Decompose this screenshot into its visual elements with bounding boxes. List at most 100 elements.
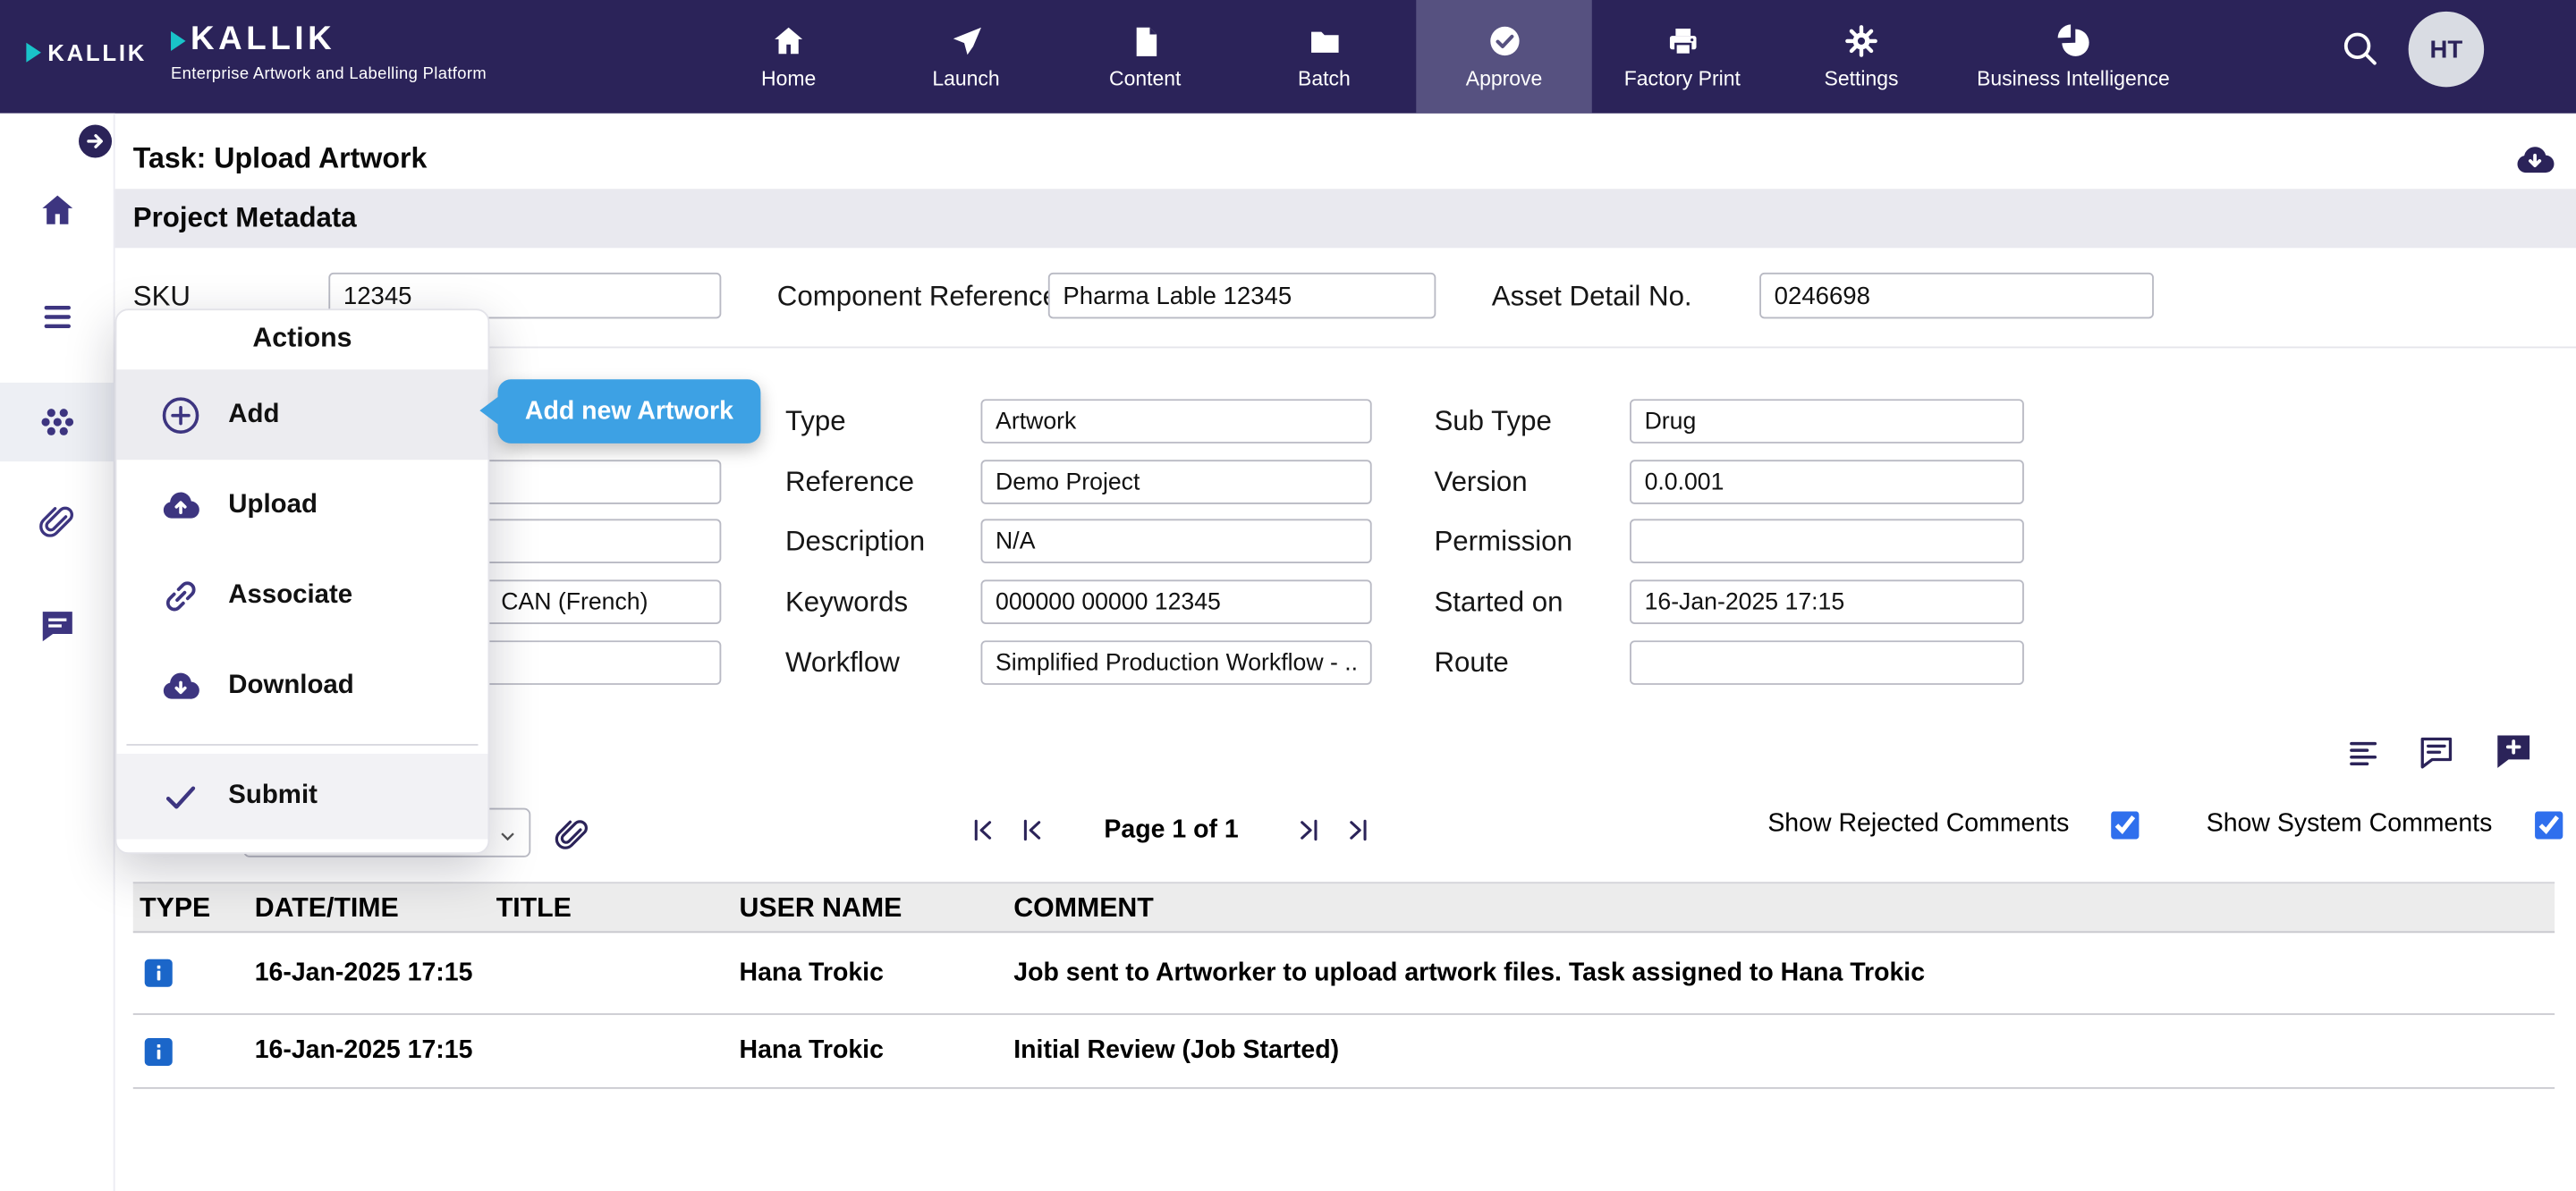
- menu-item-label: Upload: [228, 490, 318, 519]
- permission-input[interactable]: [1630, 519, 2024, 563]
- nav-item-launch[interactable]: Launch: [913, 0, 1019, 114]
- sidebar-item-comments[interactable]: [38, 606, 77, 654]
- add-circle-icon: [159, 393, 202, 436]
- cell-comment: Job sent to Artworker to upload artwork …: [1013, 933, 1925, 1013]
- show-rejected-comments-checkbox[interactable]: [2111, 811, 2139, 839]
- section-header-project-metadata[interactable]: Project Metadata: [115, 189, 2576, 248]
- menu-item-upload[interactable]: Upload: [116, 460, 487, 550]
- menu-item-label: Associate: [228, 580, 352, 610]
- home-icon: [38, 190, 77, 230]
- route-input[interactable]: [1630, 640, 2024, 685]
- table-row[interactable]: 16-Jan-2025 17:15 Hana Trokic Initial Re…: [133, 1015, 2555, 1089]
- pie-chart-icon: [2055, 23, 2091, 59]
- next-page-icon: [1293, 815, 1325, 846]
- page-indicator: Page 1 of 1: [1080, 816, 1264, 846]
- menu-item-associate[interactable]: Associate: [116, 550, 487, 640]
- nav-item-business-intelligence[interactable]: Business Intelligence: [1942, 0, 2205, 114]
- kallik-logo-main: KALLIK Enterprise Artwork and Labelling …: [171, 21, 487, 84]
- page-title: Task: Upload Artwork: [133, 141, 428, 176]
- keywords-input[interactable]: [981, 579, 1372, 624]
- nav-item-batch[interactable]: Batch: [1275, 0, 1373, 114]
- left-sidebar: [0, 114, 115, 1191]
- arrow-right-circle-icon: [77, 123, 113, 159]
- version-input[interactable]: [1630, 460, 2024, 504]
- sidebar-item-home[interactable]: [38, 190, 77, 238]
- reference-label: Reference: [785, 467, 914, 500]
- type-label: Type: [785, 406, 846, 439]
- add-artwork-tooltip: Add new Artwork: [498, 379, 761, 443]
- route-label: Route: [1434, 647, 1508, 680]
- first-page-button[interactable]: [968, 815, 999, 854]
- cell-user: Hana Trokic: [740, 1015, 884, 1087]
- menu-item-submit[interactable]: Submit: [116, 754, 487, 840]
- description-label: Description: [785, 526, 925, 559]
- sidebar-item-assets[interactable]: [38, 401, 77, 448]
- comment-list-button[interactable]: [2344, 734, 2382, 780]
- menu-item-download[interactable]: Download: [116, 640, 487, 731]
- nav-item-factory-print[interactable]: Factory Print: [1600, 0, 1765, 114]
- check-icon: [159, 775, 202, 818]
- search-button[interactable]: [2340, 28, 2381, 77]
- home-icon: [770, 23, 806, 59]
- align-left-icon: [2344, 734, 2382, 772]
- link-icon: [159, 574, 202, 617]
- menu-divider: [126, 744, 478, 746]
- reference-input[interactable]: [981, 460, 1372, 504]
- type-input[interactable]: [981, 399, 1372, 443]
- comments-table-header: TYPE DATE/TIME TITLE USER NAME COMMENT: [133, 882, 2555, 933]
- actions-context-menu: Actions Add Upload Associate Download Su…: [115, 308, 490, 854]
- description-input[interactable]: [981, 519, 1372, 563]
- tooltip-arrow: [479, 396, 499, 426]
- workflow-label: Workflow: [785, 647, 900, 680]
- show-system-comments-label: Show System Comments: [2207, 810, 2493, 840]
- nav-item-content[interactable]: Content: [1089, 0, 1201, 114]
- last-page-button[interactable]: [1343, 815, 1374, 854]
- user-avatar[interactable]: HT: [2409, 12, 2484, 87]
- asset-detail-input[interactable]: [1759, 273, 2154, 318]
- kallik-logo-main-text: KALLIK: [191, 21, 335, 59]
- started-on-input[interactable]: [1630, 579, 2024, 624]
- kallik-logo-small: KALLIK: [26, 39, 147, 65]
- paperclip-icon: [38, 503, 75, 540]
- download-task-button[interactable]: [2513, 138, 2556, 189]
- view-comments-button[interactable]: [2417, 732, 2456, 780]
- add-comment-button[interactable]: [2492, 730, 2535, 781]
- sidebar-item-attachments[interactable]: [38, 503, 75, 548]
- menu-item-label: Submit: [228, 781, 318, 811]
- attachment-filter-button[interactable]: [554, 816, 589, 861]
- keywords-label: Keywords: [785, 587, 908, 620]
- previous-page-icon: [1017, 815, 1048, 846]
- nav-item-approve[interactable]: Approve: [1416, 0, 1592, 114]
- top-navbar: KALLIK KALLIK Enterprise Artwork and Lab…: [0, 0, 2576, 114]
- version-label: Version: [1434, 467, 1527, 500]
- component-reference-label: Component Reference: [777, 281, 1058, 314]
- app-root: KALLIK KALLIK Enterprise Artwork and Lab…: [0, 0, 2576, 1191]
- started-on-label: Started on: [1434, 587, 1563, 620]
- table-row[interactable]: 16-Jan-2025 17:15 Hana Trokic Job sent t…: [133, 933, 2555, 1015]
- kallik-logo-small-text: KALLIK: [47, 39, 147, 65]
- show-system-comments-checkbox[interactable]: [2535, 811, 2563, 839]
- gear-icon: [1843, 23, 1879, 59]
- workflow-input[interactable]: [981, 640, 1372, 685]
- menu-item-add[interactable]: Add: [116, 369, 487, 460]
- brand-tagline: Enterprise Artwork and Labelling Platfor…: [171, 65, 487, 83]
- sidebar-item-list[interactable]: [38, 297, 77, 344]
- batch-icon: [1307, 24, 1342, 59]
- previous-page-button[interactable]: [1017, 815, 1048, 854]
- sub-type-input[interactable]: [1630, 399, 2024, 443]
- next-page-button[interactable]: [1293, 815, 1325, 854]
- launch-icon: [949, 24, 984, 59]
- chevron-down-icon: [498, 824, 518, 854]
- cluster-icon: [38, 401, 77, 440]
- menu-item-label: Download: [228, 671, 353, 700]
- cell-comment: Initial Review (Job Started): [1013, 1015, 1339, 1087]
- paperclip-icon: [554, 816, 589, 852]
- cell-datetime: 16-Jan-2025 17:15: [255, 1015, 473, 1087]
- show-rejected-comments-label: Show Rejected Comments: [1767, 810, 2069, 840]
- component-reference-input[interactable]: [1048, 273, 1436, 318]
- nav-item-home[interactable]: Home: [740, 0, 838, 114]
- kallik-mark-icon: [26, 43, 41, 63]
- cloud-download-icon: [159, 664, 202, 707]
- sidebar-expand-button[interactable]: [77, 123, 113, 168]
- nav-item-settings[interactable]: Settings: [1809, 0, 1914, 114]
